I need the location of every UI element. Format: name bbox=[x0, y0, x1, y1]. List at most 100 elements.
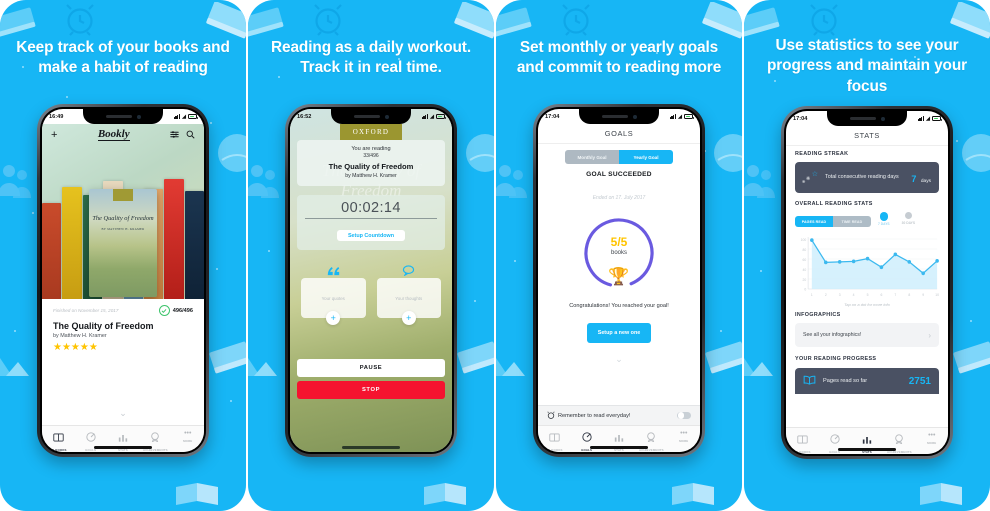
thoughts-card[interactable]: Your thoughts + bbox=[376, 261, 441, 325]
setup-countdown-button[interactable]: Setup Countdown bbox=[336, 230, 406, 242]
alarm-clock-decoration bbox=[554, 2, 598, 36]
tab-label: MY BOOKS bbox=[49, 448, 67, 452]
goal-progress-label: 5/5 books bbox=[580, 236, 658, 256]
segment-pages-read[interactable]: PAGES READ bbox=[795, 216, 833, 227]
chevron-down-icon[interactable]: ⌄ bbox=[615, 354, 623, 365]
book-decoration bbox=[704, 340, 742, 378]
goal-progress-unit: books bbox=[610, 250, 627, 256]
pages-read-card: Pages read so far 2751 bbox=[795, 368, 939, 394]
app-logo: Bookly bbox=[97, 127, 130, 142]
signal-icon bbox=[173, 114, 181, 119]
section-reading-streak: READING STREAK bbox=[795, 151, 849, 157]
tab-my-books[interactable]: MY BOOKS bbox=[786, 431, 818, 454]
panel-my-books: Keep track of your books and make a habi… bbox=[0, 0, 246, 511]
add-thought-button[interactable]: + bbox=[401, 311, 416, 325]
tab-more[interactable]: ••• MORE bbox=[668, 429, 700, 443]
phone-mockup: 17:04 ◢ GOALS Monthly Goal Yearly Goal G… bbox=[533, 104, 705, 457]
book-decoration bbox=[248, 6, 286, 40]
radio-7-days[interactable]: 7 DAYS bbox=[878, 212, 890, 226]
target-icon bbox=[829, 431, 840, 449]
rating-stars[interactable]: ★★★★★ bbox=[53, 343, 193, 353]
bar-chart-icon bbox=[118, 429, 128, 447]
reading-stats-chart[interactable]: 100 80 60 40 20 0 1 2 3 4 5 6 7 8 9 10 bbox=[795, 233, 939, 301]
tab-more[interactable]: ••• MORE bbox=[172, 429, 204, 443]
tab-label: MORE bbox=[927, 441, 937, 445]
status-time: 16:52 bbox=[297, 113, 312, 120]
svg-text:40: 40 bbox=[802, 268, 806, 272]
chart-svg[interactable]: 100 80 60 40 20 0 1 2 3 4 5 6 7 8 9 10 bbox=[795, 233, 939, 301]
streak-stars-icon: ☆ ❋ ❋ bbox=[802, 171, 818, 184]
wifi-icon: ◢ bbox=[430, 113, 434, 120]
setup-new-goal-button[interactable]: Setup a new one bbox=[587, 323, 651, 343]
open-book-icon bbox=[803, 375, 816, 388]
book-decoration bbox=[456, 340, 494, 378]
chevron-down-icon[interactable]: ⌄ bbox=[119, 408, 127, 419]
add-book-button[interactable]: + bbox=[51, 129, 57, 141]
stop-button[interactable]: STOP bbox=[297, 381, 445, 399]
battery-icon bbox=[932, 116, 942, 121]
finished-date: Finished on November 15, 2017 bbox=[53, 308, 119, 313]
book-cover-shelf: The Quality of Freedom BY MATTHEW H. KRA… bbox=[42, 124, 204, 299]
people-decoration bbox=[0, 160, 32, 204]
tab-more[interactable]: ••• MORE bbox=[916, 431, 948, 445]
wifi-icon: ◢ bbox=[182, 113, 186, 120]
metric-segment[interactable]: PAGES READ TIME READ bbox=[795, 216, 871, 227]
infographics-card[interactable]: See all your infographics! › bbox=[795, 323, 939, 347]
bar-chart-icon bbox=[614, 429, 624, 447]
phone-mockup: The Quality of Freedom BY MATTHEW H. KRA… bbox=[37, 104, 209, 457]
svg-text:100: 100 bbox=[801, 238, 807, 242]
panel-headline: Use statistics to see your progress and … bbox=[766, 37, 968, 95]
publisher-badge: OXFORD bbox=[340, 124, 402, 140]
chart-x-ticks: 1 2 3 4 5 6 7 8 9 10 bbox=[811, 293, 939, 297]
pages-progress: 496/496 bbox=[172, 307, 193, 314]
segment-monthly-goal[interactable]: Monthly Goal bbox=[565, 150, 619, 164]
medal-icon bbox=[150, 429, 160, 447]
triangle-decoration bbox=[0, 352, 30, 378]
tab-my-books[interactable]: MY BOOKS bbox=[538, 429, 570, 452]
app-screen-reading-session: The Quality of Freedom OXFORD You are re… bbox=[290, 109, 452, 452]
cover-author: BY MATTHEW H. KRAMER bbox=[101, 227, 145, 231]
add-quote-button[interactable]: + bbox=[326, 311, 341, 325]
filter-icon[interactable] bbox=[170, 126, 179, 144]
circle-decoration bbox=[216, 132, 246, 174]
notch bbox=[83, 109, 163, 124]
radio-dot bbox=[904, 212, 912, 219]
book-info: Finished on November 15, 2017 496/496 Th… bbox=[42, 305, 204, 353]
search-icon[interactable] bbox=[186, 126, 195, 144]
session-timer: 00:02:14 bbox=[341, 200, 401, 216]
bar-chart-icon bbox=[862, 431, 872, 449]
congratulations-text: Congratulations! You reached your goal! bbox=[569, 303, 669, 309]
radio-30-days[interactable]: 30 DAYS bbox=[902, 212, 915, 226]
book-decoration bbox=[204, 2, 246, 42]
goal-status: GOAL SUCCEEDED bbox=[586, 171, 652, 178]
ellipsis-icon: ••• bbox=[680, 430, 688, 437]
svg-text:4: 4 bbox=[853, 293, 855, 297]
section-overall-reading-stats: OVERALL READING STATS bbox=[795, 201, 873, 207]
signal-icon bbox=[917, 116, 925, 121]
featured-book-cover[interactable]: The Quality of Freedom BY MATTHEW H. KRA… bbox=[89, 189, 157, 297]
radio-label: 30 DAYS bbox=[901, 220, 916, 225]
svg-text:7: 7 bbox=[894, 293, 896, 297]
quotes-card[interactable]: Your quotes + bbox=[301, 261, 366, 325]
pause-button[interactable]: PAUSE bbox=[297, 359, 445, 377]
people-decoration bbox=[744, 160, 776, 204]
status-time: 17:04 bbox=[793, 115, 808, 122]
screen-title: STATS bbox=[786, 126, 948, 146]
book-decoration bbox=[452, 2, 494, 42]
svg-text:10: 10 bbox=[935, 293, 939, 297]
home-indicator bbox=[94, 446, 152, 449]
circle-decoration bbox=[712, 132, 742, 174]
section-infographics: INFOGRAPHICS bbox=[795, 312, 841, 318]
tab-label: MY BOOKS bbox=[545, 448, 563, 452]
panel-reading-session: Reading as a daily workout. Track it in … bbox=[248, 0, 494, 511]
svg-text:3: 3 bbox=[839, 293, 841, 297]
range-radio-group[interactable]: 7 DAYS 30 DAYS bbox=[878, 212, 915, 226]
publisher-band bbox=[113, 189, 133, 201]
tab-my-books[interactable]: MY BOOKS bbox=[42, 429, 74, 452]
goal-period-segment[interactable]: Monthly Goal Yearly Goal bbox=[565, 150, 673, 164]
reminder-row[interactable]: Remember to read everyday! bbox=[538, 405, 700, 425]
svg-text:8: 8 bbox=[908, 293, 910, 297]
segment-yearly-goal[interactable]: Yearly Goal bbox=[619, 150, 673, 164]
reminder-toggle[interactable] bbox=[677, 411, 691, 420]
segment-time-read[interactable]: TIME READ bbox=[833, 216, 871, 227]
